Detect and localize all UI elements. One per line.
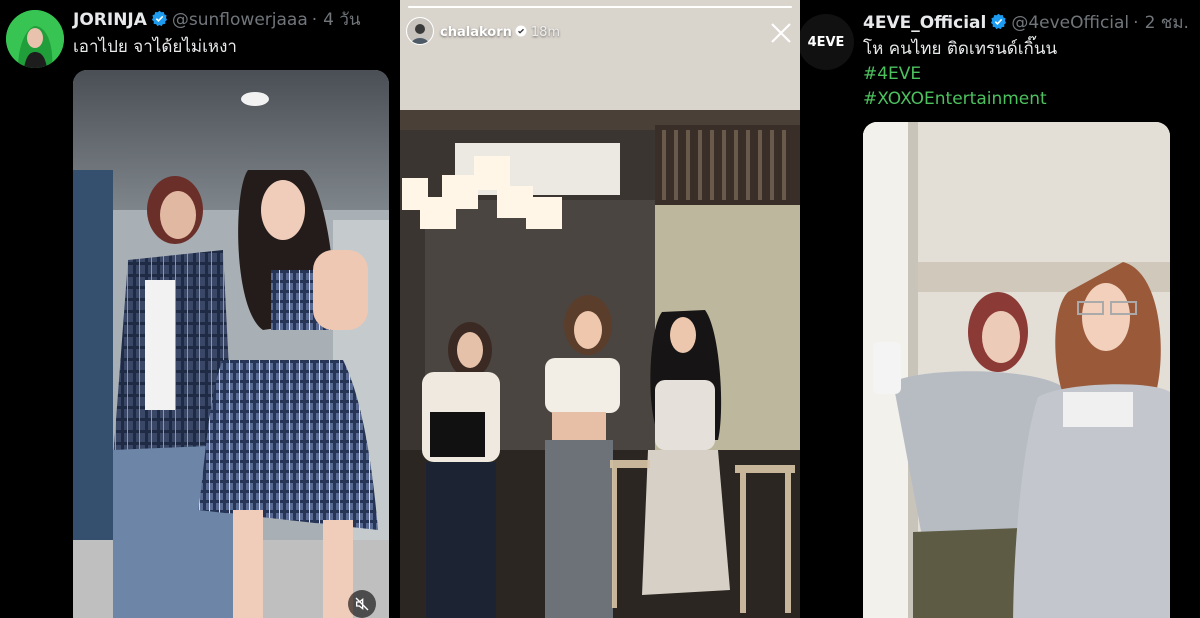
story-time: 18m	[530, 25, 561, 40]
display-name[interactable]: JORINJA	[73, 10, 147, 30]
story-header: chalakorn 18m	[440, 25, 560, 40]
tweet-photo-image	[863, 122, 1170, 618]
story-username[interactable]: chalakorn	[440, 25, 512, 40]
verified-badge-icon	[515, 25, 527, 37]
handle[interactable]: @sunflowerjaaa	[172, 10, 308, 30]
4eve-avatar[interactable]: 4EVE	[800, 14, 854, 70]
handle[interactable]: @4eveOfficial	[1011, 13, 1129, 33]
hashtag-4eve[interactable]: #4EVE	[863, 62, 1057, 87]
left-tweet-panel: JORINJA @sunflowerjaaa · 4 วัน เอาไปย จาได้…	[0, 0, 400, 618]
story-progress-fill	[408, 6, 792, 8]
separator: ·	[1133, 13, 1139, 33]
story-progress-bar	[408, 6, 792, 8]
tweet-video[interactable]	[73, 70, 389, 618]
4eve-logo: 4EVE	[807, 34, 845, 50]
right-tweet-panel: 4EVE 4EVE_Official @4eveOfficial · 2 ชม. โห…	[800, 0, 1200, 618]
tweet-photo[interactable]	[863, 122, 1170, 618]
verified-badge-icon	[151, 10, 168, 27]
display-name[interactable]: 4EVE_Official	[863, 13, 986, 33]
timestamp[interactable]: 2 ชม.	[1145, 13, 1189, 33]
jorinja-tweet-header: JORINJA @sunflowerjaaa · 4 วัน	[73, 9, 361, 31]
close-button[interactable]	[770, 22, 792, 44]
muted-speaker-icon	[355, 597, 369, 611]
timestamp[interactable]: 4 วัน	[323, 10, 360, 30]
separator: ·	[311, 10, 318, 30]
4eve-tweet-header: 4EVE_Official @4eveOfficial · 2 ชม.	[863, 12, 1189, 34]
story-panel: chalakorn 18m	[400, 0, 800, 618]
tweet-body: โห คนไทย ติดเทรนด์เกิ๊นน	[863, 39, 1058, 59]
verified-badge-icon	[990, 13, 1007, 30]
story-photo	[400, 0, 800, 618]
jorinja-avatar[interactable]	[6, 10, 64, 68]
close-icon	[771, 23, 791, 43]
video-frame-photo	[73, 70, 389, 618]
tweet-text: โห คนไทย ติดเทรนด์เกิ๊นน #4EVE #XOXOEnte…	[863, 37, 1057, 112]
hashtag-xoxoentertainment[interactable]: #XOXOEntertainment	[863, 87, 1057, 112]
story-avatar[interactable]	[406, 17, 434, 45]
tweet-text: เอาไปย จาได้ยไม่เหงา	[73, 37, 237, 57]
mute-button[interactable]	[348, 590, 376, 618]
